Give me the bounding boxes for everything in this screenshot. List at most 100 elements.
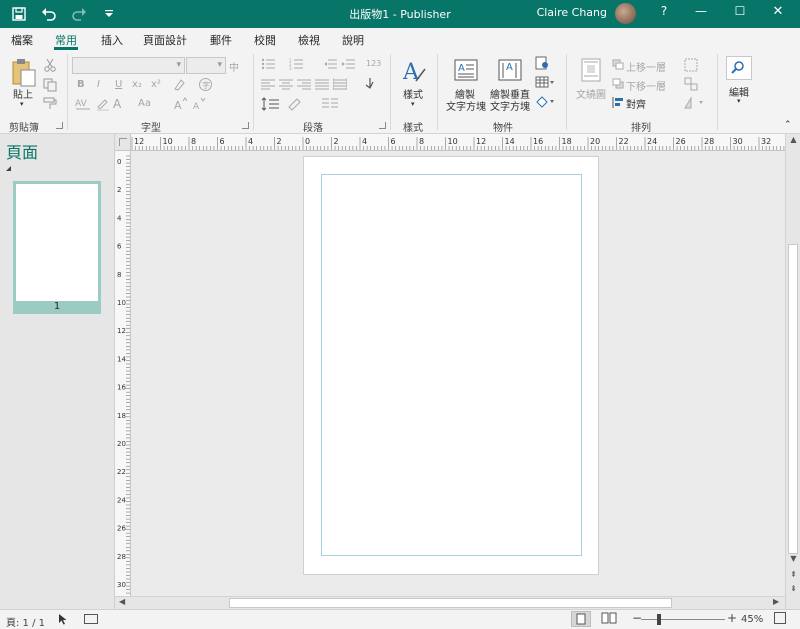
zoom-level[interactable]: 45% bbox=[741, 614, 763, 625]
highlight-icon[interactable] bbox=[95, 96, 111, 112]
zoom-slider-thumb[interactable] bbox=[657, 614, 661, 625]
shapes-icon[interactable] bbox=[535, 95, 555, 109]
align-right-icon[interactable] bbox=[297, 78, 311, 90]
horizontal-scroll-thumb[interactable] bbox=[229, 598, 672, 608]
clear-formatting-icon[interactable] bbox=[172, 78, 186, 92]
columns-icon[interactable] bbox=[322, 97, 338, 111]
ruler-corner[interactable] bbox=[115, 134, 131, 151]
send-backward-label[interactable]: 下移一層 bbox=[626, 78, 666, 93]
decrease-indent-icon[interactable] bbox=[323, 58, 337, 70]
font-color-button[interactable]: A bbox=[113, 97, 121, 111]
collapse-ribbon-icon[interactable]: ⌃ bbox=[784, 120, 792, 130]
horizontal-ruler[interactable]: 12 10 8 6 4 2 0 2 4 6 8 10 12 14 16 18 20 22 24 26 28 30 32 bbox=[131, 134, 785, 151]
justify-icon[interactable] bbox=[315, 78, 329, 90]
line-spacing-icon[interactable] bbox=[261, 97, 279, 111]
tab-review[interactable]: 校閱 bbox=[254, 32, 276, 48]
subscript-button[interactable]: x₂ bbox=[132, 79, 142, 90]
bring-forward-icon[interactable] bbox=[612, 59, 624, 70]
table-icon[interactable] bbox=[535, 76, 555, 88]
wrap-text-label[interactable]: 文繞圖 bbox=[576, 86, 606, 101]
fit-page-icon[interactable] bbox=[774, 612, 786, 624]
single-page-view-icon[interactable] bbox=[571, 611, 591, 627]
zoom-slider[interactable] bbox=[641, 619, 725, 620]
customize-toolbar-icon[interactable] bbox=[98, 3, 120, 25]
object-position-icon[interactable] bbox=[58, 613, 68, 628]
change-case-button[interactable]: Aa bbox=[138, 98, 151, 109]
scroll-down-icon[interactable]: ▼ bbox=[788, 554, 799, 563]
styles-label[interactable]: 樣式 bbox=[403, 86, 423, 101]
undo-icon[interactable] bbox=[38, 3, 60, 25]
redo-icon[interactable] bbox=[68, 3, 90, 25]
character-spacing-icon[interactable]: AV bbox=[75, 97, 91, 111]
maximize-button[interactable]: ☐ bbox=[730, 4, 750, 24]
clipboard-launcher-icon[interactable] bbox=[56, 122, 63, 129]
align-center-icon[interactable] bbox=[279, 78, 293, 90]
avatar[interactable] bbox=[615, 3, 636, 24]
object-size-icon[interactable] bbox=[84, 614, 98, 624]
format-painter-icon[interactable] bbox=[43, 96, 57, 110]
tab-mailings[interactable]: 郵件 bbox=[210, 32, 232, 48]
ungroup-icon[interactable] bbox=[684, 77, 698, 91]
grow-font-icon[interactable]: A bbox=[174, 97, 188, 112]
help-button[interactable]: ? bbox=[654, 4, 674, 24]
horizontal-scrollbar[interactable]: ◀ ▶ bbox=[115, 596, 785, 609]
align-objects-icon[interactable] bbox=[612, 97, 624, 108]
paste-icon[interactable] bbox=[10, 58, 38, 88]
vertical-ruler[interactable]: 0 2 4 6 8 10 12 14 16 18 20 22 24 26 28 30 bbox=[115, 151, 131, 596]
group-objects-icon[interactable] bbox=[684, 58, 698, 72]
cut-icon[interactable] bbox=[43, 58, 57, 72]
send-backward-icon[interactable] bbox=[612, 78, 624, 89]
bold-button[interactable]: B bbox=[77, 79, 85, 90]
bring-forward-label[interactable]: 上移一層 bbox=[626, 59, 666, 74]
minimize-button[interactable]: — bbox=[691, 4, 711, 24]
numbering-icon[interactable]: 123 bbox=[289, 58, 303, 71]
draw-textbox-icon[interactable]: A bbox=[454, 59, 478, 81]
font-launcher-icon[interactable] bbox=[242, 122, 249, 129]
italic-button[interactable]: I bbox=[97, 79, 100, 90]
picture-icon[interactable] bbox=[535, 56, 549, 70]
phonetic-guide-icon[interactable]: 字 bbox=[198, 77, 213, 92]
shading-icon[interactable] bbox=[287, 97, 305, 111]
underline-button[interactable]: U bbox=[115, 79, 122, 90]
previous-page-icon[interactable]: ⇞ bbox=[788, 570, 799, 579]
scroll-up-icon[interactable]: ▲ bbox=[788, 135, 799, 144]
tab-help[interactable]: 說明 bbox=[342, 32, 364, 48]
show-formatting-icon[interactable] bbox=[362, 76, 376, 90]
superscript-button[interactable]: x² bbox=[151, 79, 161, 90]
find-icon[interactable] bbox=[726, 56, 752, 80]
distribute-icon[interactable] bbox=[332, 78, 348, 90]
publication-canvas[interactable] bbox=[131, 151, 785, 596]
chinese-font-size-button[interactable]: 中 bbox=[229, 59, 239, 74]
zoom-out-icon[interactable]: − bbox=[632, 611, 642, 625]
draw-vertical-textbox-label-line2[interactable]: 文字方塊 bbox=[490, 98, 530, 113]
rotate-icon[interactable] bbox=[684, 96, 704, 110]
save-icon[interactable] bbox=[8, 3, 30, 25]
bullets-icon[interactable] bbox=[261, 58, 275, 70]
editing-dropdown-icon[interactable]: ▾ bbox=[737, 97, 741, 105]
draw-textbox-label-line2[interactable]: 文字方塊 bbox=[446, 98, 486, 113]
styles-dropdown-icon[interactable]: ▾ bbox=[411, 100, 415, 108]
paste-label[interactable]: 貼上 bbox=[13, 86, 33, 101]
scroll-right-icon[interactable]: ▶ bbox=[773, 597, 779, 606]
numbering-format-button[interactable]: 123 bbox=[366, 59, 381, 68]
user-name[interactable]: Claire Chang bbox=[537, 6, 607, 19]
scroll-left-icon[interactable]: ◀ bbox=[119, 597, 125, 606]
vertical-scrollbar[interactable]: ▲ ▼ ⇞ ⇟ bbox=[785, 134, 800, 609]
tab-view[interactable]: 檢視 bbox=[298, 32, 320, 48]
close-button[interactable]: ✕ bbox=[768, 4, 788, 24]
next-page-icon[interactable]: ⇟ bbox=[788, 584, 799, 593]
wrap-text-icon[interactable] bbox=[580, 58, 602, 82]
align-label[interactable]: 對齊 bbox=[626, 96, 646, 111]
tab-insert[interactable]: 插入 bbox=[101, 32, 123, 48]
draw-vertical-textbox-icon[interactable]: A bbox=[498, 59, 522, 81]
increase-indent-icon[interactable] bbox=[341, 58, 355, 70]
copy-icon[interactable] bbox=[43, 78, 57, 92]
paragraph-launcher-icon[interactable] bbox=[379, 122, 386, 129]
paste-dropdown-icon[interactable]: ▾ bbox=[20, 100, 24, 108]
font-name-combo[interactable]: ▾ bbox=[72, 57, 185, 74]
collapse-pane-icon[interactable] bbox=[6, 166, 11, 171]
align-left-icon[interactable] bbox=[261, 78, 275, 90]
font-size-combo[interactable]: ▾ bbox=[186, 57, 226, 74]
styles-icon[interactable]: A bbox=[401, 57, 427, 85]
page-thumbnail[interactable]: 1 bbox=[13, 181, 101, 314]
